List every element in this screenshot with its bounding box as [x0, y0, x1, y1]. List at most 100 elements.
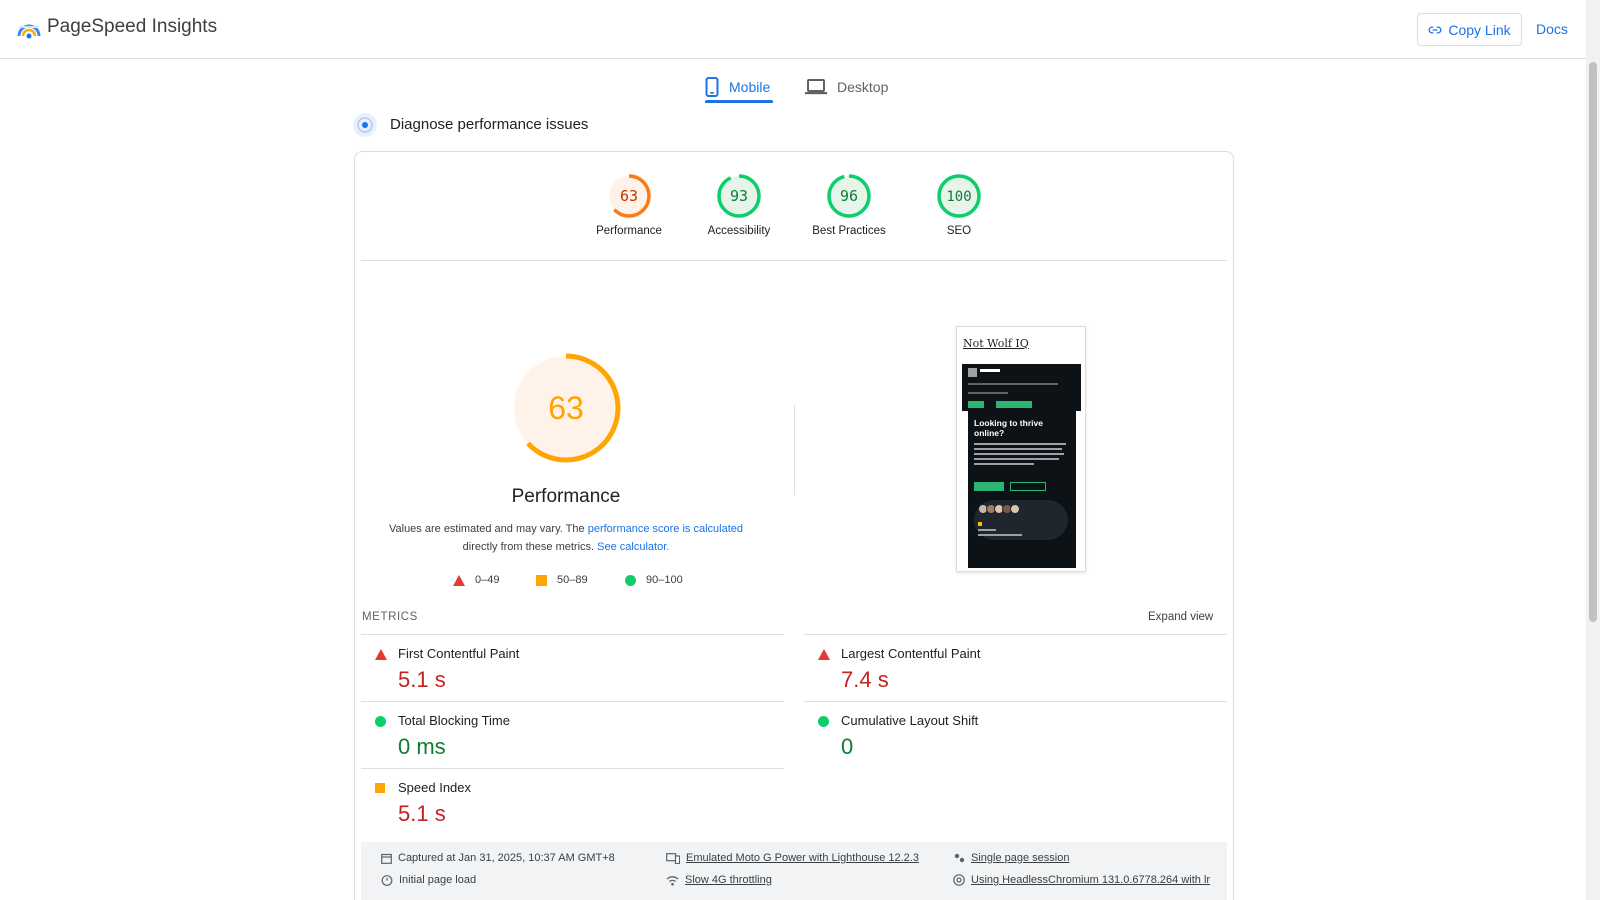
legend-poor: 0–49: [453, 574, 499, 586]
triangle-icon: [375, 649, 387, 660]
captured-text: Captured at Jan 31, 2025, 10:37 AM GMT+8: [398, 852, 615, 864]
copy-link-button[interactable]: Copy Link: [1417, 13, 1522, 46]
legend-good: 90–100: [625, 574, 683, 586]
screenshot-hero: Looking to thrive online?: [968, 410, 1076, 568]
metric-value: 0 ms: [398, 734, 446, 759]
active-tab-indicator: [705, 100, 773, 103]
desc-mid: directly from these metrics.: [462, 541, 598, 553]
see-calculator-link[interactable]: See calculator.: [597, 541, 669, 553]
device-text[interactable]: Emulated Moto G Power with Lighthouse 12…: [686, 852, 919, 864]
gauge-accessibility-score: 93: [730, 187, 748, 205]
metric-value: 5.1 s: [398, 801, 446, 826]
screenshot-cta: [974, 482, 1004, 491]
people-icon: [954, 853, 965, 863]
metric-value: 5.1 s: [398, 667, 446, 692]
triangle-icon: [818, 649, 830, 660]
docs-link[interactable]: Docs: [1536, 21, 1568, 37]
gauge-performance-ring: 63: [607, 174, 651, 218]
performance-score-large: 63: [548, 390, 584, 426]
gauge-best-practices-label: Best Practices: [812, 225, 886, 237]
gauge-seo-score: 100: [946, 189, 971, 205]
legend-average: 50–89: [536, 574, 588, 586]
run-info-panel: Captured at Jan 31, 2025, 10:37 AM GMT+8…: [361, 842, 1227, 900]
gauge-performance-label: Performance: [596, 225, 662, 237]
circle-icon: [375, 716, 386, 727]
gauge-seo-label: SEO: [946, 225, 972, 237]
square-icon: [375, 783, 385, 793]
gauge-best-practices-score: 96: [840, 187, 858, 205]
vertical-divider: [794, 405, 795, 495]
devices-icon: [666, 852, 680, 864]
gauge-accessibility-ring: 93: [717, 174, 761, 218]
metric-separator: [361, 634, 784, 635]
copy-link-label: Copy Link: [1448, 21, 1511, 38]
gauge-performance[interactable]: 63 Performance: [579, 173, 679, 237]
run-info-device[interactable]: Emulated Moto G Power with Lighthouse 12…: [666, 852, 919, 864]
gauge-best-practices[interactable]: 96 Best Practices: [799, 173, 899, 237]
run-info-load: Initial page load: [381, 874, 476, 886]
timer-icon: [381, 875, 393, 886]
metric-separator: [361, 701, 784, 702]
metric-largest-contentful-paint: Largest Contentful Paint 7.4 s: [804, 636, 1214, 702]
metrics-heading: METRICS: [362, 611, 418, 623]
chrome-icon: [953, 874, 965, 886]
run-info-captured: Captured at Jan 31, 2025, 10:37 AM GMT+8: [381, 852, 615, 864]
smartphone-icon: [705, 77, 719, 97]
gauge-accessibility-label: Accessibility: [707, 225, 771, 237]
run-info-browser[interactable]: Using HeadlessChromium 131.0.6778.264 wi…: [953, 874, 1210, 886]
top-bar: PageSpeed Insights Copy Link Docs: [0, 0, 1586, 59]
tab-desktop[interactable]: Desktop: [805, 70, 888, 104]
metric-name: Largest Contentful Paint: [841, 646, 981, 661]
throttling-text[interactable]: Slow 4G throttling: [685, 874, 772, 886]
metric-speed-index: Speed Index 5.1 s: [361, 770, 771, 836]
circle-icon: [625, 574, 636, 586]
legend-poor-range: 0–49: [475, 574, 500, 586]
triangle-icon: [453, 574, 465, 586]
screenshot-paragraph: [974, 443, 1070, 471]
circle-icon: [818, 716, 829, 727]
expand-view-toggle[interactable]: Expand view: [1148, 611, 1213, 623]
gauge-performance-score: 63: [620, 187, 638, 205]
gauge-seo-ring: 100: [937, 174, 981, 218]
performance-description: Values are estimated and may vary. The p…: [366, 520, 766, 556]
section-title: Diagnose performance issues: [390, 116, 589, 133]
legend-average-range: 50–89: [557, 574, 588, 586]
legend-good-range: 90–100: [646, 574, 683, 586]
gauge-seo[interactable]: 100 SEO: [909, 173, 1009, 237]
metric-first-contentful-paint: First Contentful Paint 5.1 s: [361, 636, 771, 702]
gauge-accessibility[interactable]: 93 Accessibility: [689, 173, 789, 237]
metric-name: Cumulative Layout Shift: [841, 713, 979, 728]
calendar-icon: [381, 853, 392, 864]
pagespeed-logo-icon: [17, 24, 41, 39]
square-icon: [536, 574, 547, 586]
screenshot-headline: Looking to thrive online?: [974, 418, 1043, 438]
screenshot-rating-pill: [974, 500, 1068, 540]
metric-name: First Contentful Paint: [398, 646, 520, 661]
metric-separator: [804, 634, 1227, 635]
run-info-session[interactable]: Single page session: [953, 852, 1069, 864]
run-info-throttling[interactable]: Slow 4G throttling: [666, 874, 772, 886]
screenshot-secondary-cta: [1010, 482, 1046, 491]
app-title[interactable]: PageSpeed Insights: [47, 16, 217, 38]
metric-name: Total Blocking Time: [398, 713, 510, 728]
metric-cumulative-layout-shift: Cumulative Layout Shift 0: [804, 703, 1214, 769]
laptop-icon: [805, 79, 827, 95]
screenshot-nav: [962, 364, 1081, 411]
metric-name: Speed Index: [398, 780, 472, 795]
load-text: Initial page load: [399, 874, 477, 886]
gauge-best-practices-ring: 96: [827, 174, 871, 218]
score-calculated-link[interactable]: performance score is calculated: [588, 523, 743, 535]
scrollbar[interactable]: [1586, 0, 1600, 900]
metric-value: 0: [841, 734, 854, 759]
tab-desktop-label: Desktop: [837, 79, 889, 95]
tab-mobile[interactable]: Mobile: [705, 70, 770, 104]
session-text[interactable]: Single page session: [971, 852, 1069, 864]
performance-gauge-large: 63: [511, 353, 621, 463]
screenshot-site-title: Not Wolf IQ: [963, 337, 1029, 350]
desc-prefix: Values are estimated and may vary. The: [388, 523, 588, 535]
browser-text[interactable]: Using HeadlessChromium 131.0.6778.264 wi…: [971, 874, 1210, 886]
scrollbar-thumb[interactable]: [1589, 62, 1597, 622]
page-screenshot: Not Wolf IQ Looking to thrive online?: [956, 326, 1086, 572]
diagnose-icon: [353, 113, 377, 137]
tab-mobile-label: Mobile: [729, 79, 771, 95]
